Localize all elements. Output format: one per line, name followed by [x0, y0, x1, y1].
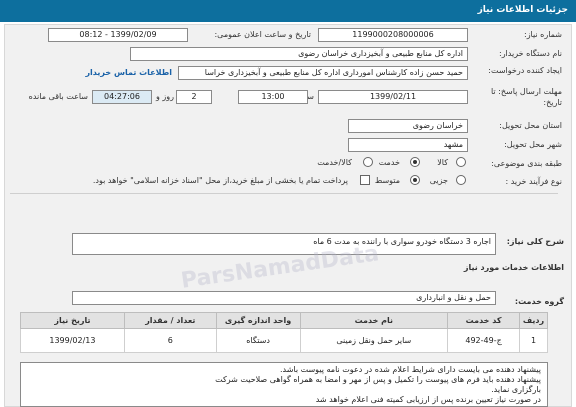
days-remaining-field: 2	[176, 90, 212, 104]
services-table: ردیف کد خدمت نام خدمت واحد اندازه گیری ت…	[20, 312, 548, 353]
service-group-field: حمل و نقل و انبارداری	[72, 291, 496, 305]
buyer-name-field: اداره کل منابع طبیعی و آبخیزداری خراسان …	[130, 47, 468, 61]
requester-field: حمید حسن زاده کارشناس امورداری اداره کل …	[178, 66, 468, 80]
page-header-title: جزئیات اطلاعات نیاز	[477, 5, 568, 15]
treasury-bonds-checkbox[interactable]	[360, 175, 370, 185]
category-option-goods: کالا	[437, 158, 448, 167]
process-option-minor: جزیی	[429, 176, 448, 185]
category-option-service: خدمت	[378, 158, 400, 167]
note-line: پیشنهاد دهنده باید فرم های پیوست را تکمی…	[215, 375, 541, 384]
cell-need-date: 1399/02/13	[20, 328, 125, 353]
requester-label: ایجاد کننده درخواست:	[488, 66, 562, 75]
page-header: جزئیات اطلاعات نیاز	[0, 0, 576, 22]
process-radio-minor[interactable]	[456, 175, 466, 185]
col-service-code: کد خدمت	[447, 312, 521, 329]
category-radio-goods[interactable]	[456, 157, 466, 167]
contact-info-link[interactable]: اطلاعات تماس خریدار	[85, 68, 172, 77]
category-radio-service[interactable]	[410, 157, 420, 167]
buyer-name-label: نام دستگاه خریدار:	[499, 49, 562, 58]
category-label: طبقه بندی موضوعی:	[491, 159, 562, 168]
process-radio-medium[interactable]	[410, 175, 420, 185]
note-line: بارگزاری نماید.	[491, 385, 541, 394]
need-summary-field: اجاره 3 دستگاه خودرو سواری با راننده به …	[72, 233, 496, 255]
services-info-heading: اطلاعات خدمات مورد نیاز	[463, 263, 564, 272]
province-label: استان محل تحویل:	[499, 121, 562, 130]
remaining-time-field: 04:27:06	[92, 90, 152, 104]
table-row: 1 ج-49-492 سایر حمل ونقل زمینی دستگاه 6 …	[20, 328, 548, 353]
announce-datetime-label: تاریخ و ساعت اعلان عمومی:	[214, 30, 311, 39]
category-radio-goods-service[interactable]	[363, 157, 373, 167]
col-service-name: نام خدمت	[299, 312, 449, 329]
service-group-label: گروه خدمت:	[514, 297, 564, 306]
note-line: در صورت نیاز تعیین برنده پس از ارزیابی ک…	[315, 395, 541, 404]
category-option-goods-service: کالا/خدمت	[317, 158, 352, 167]
cell-service-code: ج-49-492	[447, 328, 521, 353]
cell-service-name: سایر حمل ونقل زمینی	[299, 328, 449, 353]
col-quantity: تعداد / مقدار	[123, 312, 217, 329]
process-option-medium: متوسط	[374, 176, 400, 185]
need-number-label: شماره نیاز:	[524, 30, 562, 39]
cell-row-number: 1	[519, 328, 548, 353]
reply-deadline-label: مهلت ارسال پاسخ: تا تاریخ:	[490, 87, 562, 107]
buyer-notes: پیشنهاد دهنده می بایست دارای شرایط اعلام…	[20, 362, 548, 407]
col-unit: واحد اندازه گیری	[215, 312, 301, 329]
remaining-label: ساعت باقی مانده	[28, 92, 88, 101]
reply-date-field: 1399/02/11	[318, 90, 468, 104]
province-field: خراسان رضوی	[348, 119, 468, 133]
col-row-number: ردیف	[519, 312, 548, 329]
note-line: پیشنهاد دهنده می بایست دارای شرایط اعلام…	[279, 365, 541, 374]
need-number-field: 1199000208000006	[318, 28, 468, 42]
days-label: روز و	[156, 92, 174, 101]
cell-quantity: 6	[123, 328, 217, 353]
process-type-label: نوع فرآیند خرید :	[505, 177, 562, 186]
table-header-row: ردیف کد خدمت نام خدمت واحد اندازه گیری ت…	[20, 312, 548, 329]
city-label: شهر محل تحویل:	[504, 140, 562, 149]
announce-datetime-field: 1399/02/09 - 08:12	[48, 28, 188, 42]
section-divider	[10, 193, 558, 194]
treasury-bonds-note: پرداخت تمام یا بخشی از مبلغ خرید،از محل …	[92, 176, 348, 185]
cell-unit: دستگاه	[215, 328, 301, 353]
city-field: مشهد	[348, 138, 468, 152]
col-need-date: تاریخ نیاز	[20, 312, 125, 329]
reply-time-field: 13:00	[238, 90, 308, 104]
need-summary-label: شرح کلی نیاز:	[506, 237, 564, 246]
